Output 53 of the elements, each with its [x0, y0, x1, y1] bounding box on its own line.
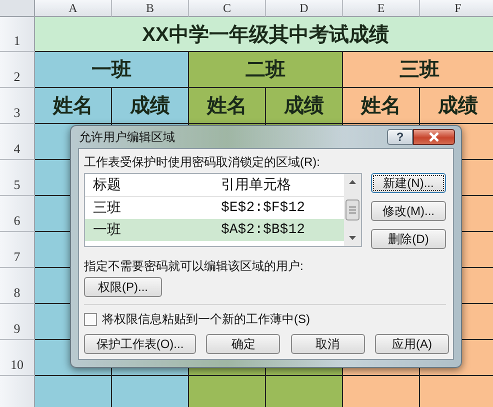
column-label: 姓名	[343, 88, 420, 124]
dialog-button[interactable]: 保护工作表(O)...	[84, 334, 196, 354]
class-header: 三班	[343, 52, 493, 88]
column-label: 姓名	[35, 88, 112, 124]
sheet-title: XX中学一年级其中考试成绩	[35, 17, 493, 52]
range-button[interactable]: 修改(M)...	[371, 201, 446, 221]
row-header[interactable]: 10	[0, 340, 35, 376]
row-header[interactable]: 1	[0, 17, 35, 52]
range-button[interactable]: 删除(D)	[371, 229, 446, 249]
checkbox[interactable]	[84, 313, 97, 326]
range-reference: $A$2:$B$12	[220, 222, 306, 238]
users-label: 指定不需要密码就可以编辑该区域的用户:	[84, 258, 304, 275]
dialog-button[interactable]: 确定	[206, 334, 280, 354]
row-header[interactable]: 4	[0, 124, 35, 160]
range-title: 三班	[92, 199, 122, 217]
column-label: 成绩	[266, 88, 343, 124]
scrollbar[interactable]	[344, 174, 361, 246]
column-header[interactable]: C	[189, 0, 266, 17]
list-column-header[interactable]: 标题	[85, 176, 213, 194]
range-button[interactable]: 新建(N)...	[371, 173, 446, 193]
checkbox-label[interactable]: 将权限信息粘贴到一个新的工作薄中(S)	[102, 311, 310, 328]
row-header[interactable]: 3	[0, 88, 35, 124]
row-header[interactable]: 7	[0, 232, 35, 268]
column-label: 成绩	[420, 88, 493, 124]
column-header[interactable]: E	[343, 0, 420, 17]
range-reference: $E$2:$F$12	[220, 200, 306, 216]
row-header[interactable]	[0, 376, 35, 407]
row-header[interactable]: 8	[0, 268, 35, 304]
list-row[interactable]: 一班 $A$2:$B$12	[85, 219, 344, 241]
row-header[interactable]: 9	[0, 304, 35, 340]
permissions-button[interactable]: 权限(P)...	[84, 277, 162, 297]
close-icon	[428, 132, 440, 142]
column-label: 姓名	[189, 88, 266, 124]
class-header: 二班	[189, 52, 343, 88]
class-header: 一班	[35, 52, 189, 88]
column-header[interactable]: A	[35, 0, 112, 17]
row-header[interactable]: 6	[0, 196, 35, 232]
column-header[interactable]: D	[266, 0, 343, 17]
range-title: 一班	[92, 221, 122, 239]
dialog-button[interactable]: 取消	[290, 334, 365, 354]
row-header[interactable]: 5	[0, 160, 35, 196]
dialog-button[interactable]: 应用(A)	[374, 334, 449, 354]
select-all-button[interactable]	[0, 0, 35, 17]
column-header[interactable]: B	[112, 0, 189, 17]
row-header[interactable]: 2	[0, 52, 35, 88]
help-button[interactable]: ?	[387, 129, 413, 145]
column-header[interactable]: F	[420, 0, 493, 17]
dialog-title: 允许用户编辑区域	[79, 128, 176, 146]
list-row[interactable]: 三班 $E$2:$F$12	[85, 197, 344, 219]
list-column-header[interactable]: 引用单元格	[213, 176, 344, 194]
close-button[interactable]	[413, 129, 455, 145]
ranges-label: 工作表受保护时使用密码取消锁定的区域(R):	[84, 154, 321, 171]
column-label: 成绩	[112, 88, 189, 124]
